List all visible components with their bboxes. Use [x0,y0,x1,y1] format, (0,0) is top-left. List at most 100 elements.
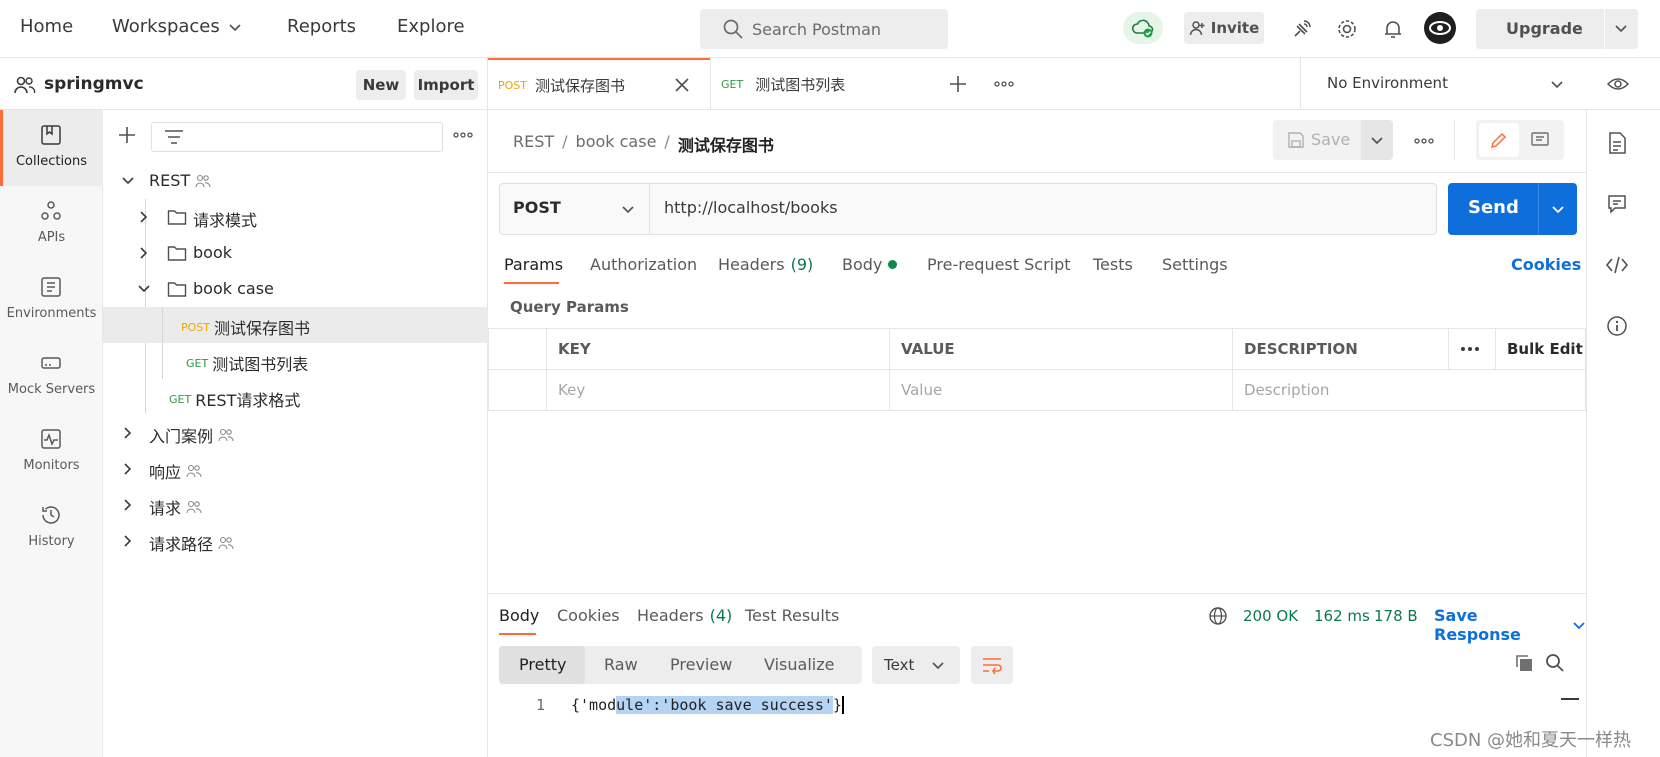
edit-mode-button[interactable] [1479,123,1519,157]
tab-save-book[interactable]: POST 测试保存图书 [488,58,710,110]
comments-icon[interactable] [1604,191,1630,217]
info-icon[interactable] [1604,313,1630,339]
bell-icon[interactable] [1377,13,1409,45]
chevron-right-icon[interactable] [121,534,135,548]
search-icon[interactable] [1545,653,1565,673]
table-options[interactable] [1448,328,1496,370]
nav-workspaces[interactable]: Workspaces [112,16,242,37]
response-tab-cookies[interactable]: Cookies [557,606,620,625]
response-time[interactable]: 162 ms [1314,607,1370,625]
url-input[interactable]: http://localhost/books [664,198,838,217]
collection-rest[interactable]: REST [103,163,488,199]
tab-settings[interactable]: Settings [1162,255,1228,274]
tab-book-list[interactable]: GET 测试图书列表 [710,58,932,110]
query-params-title: Query Params [510,298,629,316]
request-item-book-list[interactable]: GET 测试图书列表 [103,343,488,379]
folder-book[interactable]: book [103,235,488,271]
more-options-icon[interactable] [994,81,1014,87]
save-button[interactable]: Save [1311,130,1350,149]
response-size[interactable]: 178 B [1374,607,1418,625]
chevron-down-icon[interactable] [121,174,135,188]
folder-request-mode[interactable]: 请求模式 [103,199,488,235]
tab-headers[interactable]: Headers (9) [718,255,813,274]
rail-collections[interactable]: Collections [0,110,103,186]
rail-mock-servers[interactable]: Mock Servers [0,338,103,414]
rail-apis[interactable]: APIs [0,186,103,262]
copy-icon[interactable] [1514,653,1534,673]
tab-body[interactable]: Body [842,255,898,274]
scroll-indicator[interactable] [1561,698,1579,700]
format-preview[interactable]: Preview [670,655,732,674]
send-button[interactable]: Send [1468,197,1519,218]
wrap-lines-button[interactable] [971,646,1013,684]
avatar[interactable] [1424,12,1456,44]
rail-history[interactable]: History [0,490,103,566]
format-pretty[interactable]: Pretty [519,655,566,674]
key-input[interactable]: Key [546,369,890,411]
response-tab-headers[interactable]: Headers (4) [637,606,732,625]
breadcrumb-item[interactable]: book case [576,132,657,156]
upgrade-button[interactable]: Upgrade [1476,9,1638,49]
chevron-down-icon[interactable] [137,282,151,296]
workspace-name[interactable]: springmvc [44,74,144,94]
request-item-save-book[interactable]: POST 测试保存图书 [103,307,488,343]
chevron-down-icon[interactable] [1550,201,1566,217]
code-line: {'mod ule':'book save success'} [571,696,844,714]
response-tab-body[interactable]: Body [499,606,539,625]
chevron-right-icon[interactable] [137,246,151,260]
documentation-icon[interactable] [1604,130,1630,156]
invite-button[interactable]: Invite [1184,12,1264,44]
send-button-group: Send [1448,183,1577,235]
close-icon[interactable] [674,77,690,93]
language-select[interactable]: Text [872,646,960,684]
collection-request[interactable]: 请求 [103,487,488,523]
tab-authorization[interactable]: Authorization [590,255,697,274]
request-item-rest-format[interactable]: GET REST请求格式 [103,379,488,415]
save-response-button[interactable]: Save Response [1434,606,1586,644]
collection-response[interactable]: 响应 [103,451,488,487]
nav-reports[interactable]: Reports [287,16,356,37]
filter-input[interactable] [151,122,443,152]
chevron-right-icon[interactable] [121,426,135,440]
status-code[interactable]: 200 OK [1243,607,1298,625]
response-tab-test-results[interactable]: Test Results [745,606,839,625]
eye-icon[interactable] [1606,74,1630,94]
save-dropdown[interactable] [1361,120,1393,160]
more-options-icon[interactable] [1414,138,1434,144]
folder-book-case[interactable]: book case [103,271,488,307]
description-input[interactable]: Description [1232,369,1586,411]
rail-monitors[interactable]: Monitors [0,414,103,490]
chevron-right-icon[interactable] [121,462,135,476]
sync-status-button[interactable] [1123,12,1163,44]
breadcrumb-item[interactable]: REST [513,132,554,156]
more-options-icon[interactable] [453,132,473,138]
value-input[interactable]: Value [889,369,1233,411]
tab-tests[interactable]: Tests [1093,255,1133,274]
cookies-link[interactable]: Cookies [1511,255,1581,274]
code-icon[interactable] [1604,252,1630,278]
satellite-icon[interactable] [1286,13,1318,45]
comment-icon[interactable] [1530,130,1550,150]
chevron-down-icon[interactable] [1613,20,1629,36]
search-input[interactable]: Search Postman [700,9,948,49]
rail-environments[interactable]: Environments [0,262,103,338]
method-select[interactable]: POST [500,184,650,234]
plus-icon[interactable] [117,125,137,145]
environment-select[interactable]: No Environment [1300,58,1584,110]
format-raw[interactable]: Raw [604,655,638,674]
tab-pre-request-script[interactable]: Pre-request Script [927,255,1071,274]
chevron-right-icon[interactable] [137,210,151,224]
bulk-edit-button[interactable]: Bulk Edit [1495,328,1586,370]
format-visualize[interactable]: Visualize [764,655,834,674]
collection-intro[interactable]: 入门案例 [103,415,488,451]
nav-home[interactable]: Home [20,16,73,37]
collection-request-path[interactable]: 请求路径 [103,523,488,559]
import-button[interactable]: Import [414,70,478,100]
plus-icon[interactable] [948,74,968,94]
gear-icon[interactable] [1331,13,1363,45]
nav-explore[interactable]: Explore [397,16,465,37]
globe-icon[interactable] [1208,606,1228,626]
new-button[interactable]: New [356,70,406,100]
tab-params[interactable]: Params [504,255,563,274]
chevron-right-icon[interactable] [121,498,135,512]
